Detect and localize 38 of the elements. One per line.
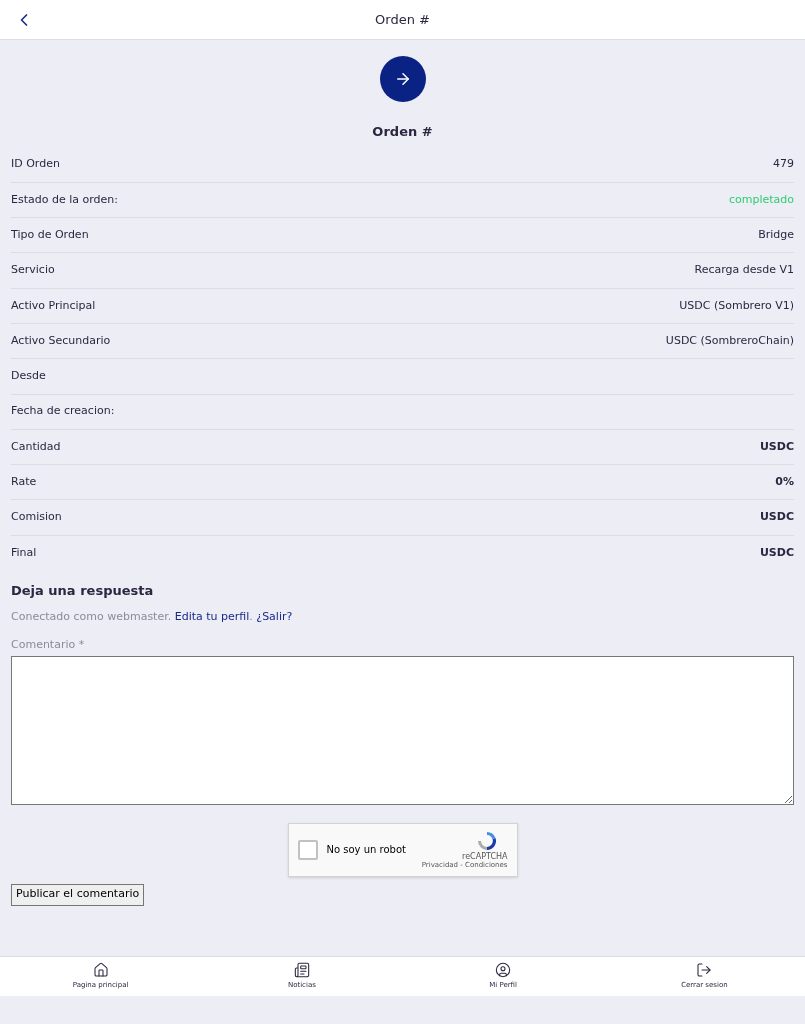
field-value: USDC (Sombrero V1) [679,297,794,314]
field-label: Rate [11,474,37,491]
field-label: Desde [11,368,46,385]
captcha-brand: reCAPTCHA [462,852,508,862]
field-label: Servicio [11,262,55,279]
captcha-label: No soy un robot [326,843,406,858]
field-label: Cantidad [11,438,61,455]
home-icon [92,962,109,979]
field-value: Recarga desde V1 [694,262,794,279]
comment-field[interactable] [11,655,794,805]
logged-in-text: Conectado como webmaster. Edita tu perfil. ¿Salir? [11,608,294,625]
submit-button[interactable]: Publicar el comentario [11,883,145,906]
recaptcha-logo-icon [475,830,498,853]
field-label: Final [11,545,37,562]
captcha-checkbox[interactable] [297,839,318,860]
field-value: USDC [759,509,794,526]
logout-icon [696,962,713,979]
field-value: USDC [759,545,794,562]
field-label: Activo Principal [11,297,96,314]
reply-heading: Deja una respuesta [11,582,155,601]
order-title: Orden # [372,123,433,141]
comment-label: Comentario * [11,637,86,654]
field-label: Estado de la orden: [11,191,118,208]
field-value: 479 [773,156,794,173]
field-value: USDC [759,438,794,455]
field-label: ID Orden [11,156,60,173]
field-value: USDC (SombreroChain) [665,332,794,349]
page-title: Orden # [375,10,430,29]
field-label: Fecha de creacion: [11,403,115,420]
logout-link[interactable]: ¿Salir? [256,609,293,623]
field-value: Bridge [758,227,794,243]
field-label: Tipo de Orden [11,227,89,243]
field-label: Comision [11,509,62,526]
newspaper-icon [293,962,310,979]
field-value: completado [728,191,794,208]
field-value: 0% [775,474,794,491]
user-icon [495,962,512,979]
field-label: Activo Secundario [11,332,111,349]
